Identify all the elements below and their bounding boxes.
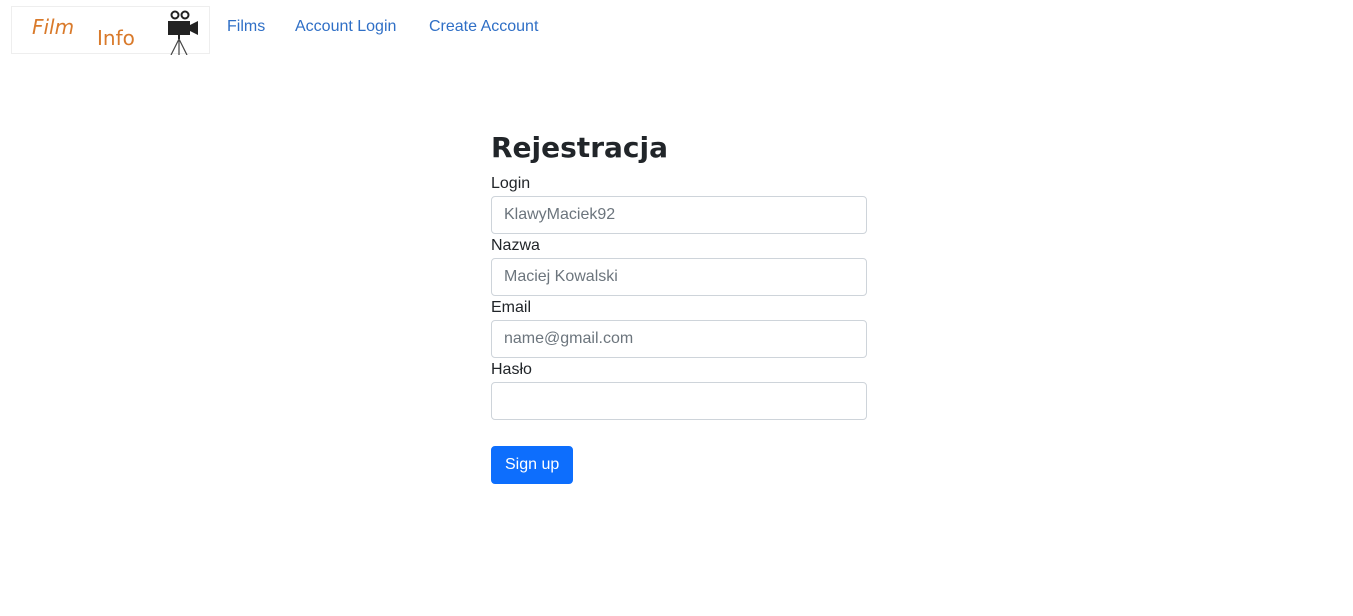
nav-link-films[interactable]: Films — [227, 17, 265, 37]
navbar: Film Info Films Account Login Create Acc… — [0, 0, 1353, 60]
name-label: Nazwa — [491, 237, 540, 254]
registration-form: Rejestracja Login Nazwa Email Hasło Sign… — [491, 128, 867, 484]
page-title: Rejestracja — [491, 131, 668, 164]
brand-word-film: Film — [32, 15, 75, 39]
sign-up-button[interactable]: Sign up — [491, 446, 574, 484]
password-input[interactable] — [491, 382, 867, 420]
name-input[interactable] — [491, 258, 867, 296]
login-input[interactable] — [491, 196, 867, 234]
email-label: Email — [491, 299, 532, 316]
nav-link-account-login[interactable]: Account Login — [295, 17, 396, 37]
brand-logo[interactable]: Film Info — [11, 6, 210, 55]
email-input[interactable] — [491, 320, 867, 358]
brand-word-info: Info — [97, 26, 135, 50]
password-label: Hasło — [491, 361, 532, 378]
nav-link-create-account[interactable]: Create Account — [429, 17, 538, 37]
login-label: Login — [491, 175, 531, 192]
film-camera-icon — [168, 10, 198, 55]
